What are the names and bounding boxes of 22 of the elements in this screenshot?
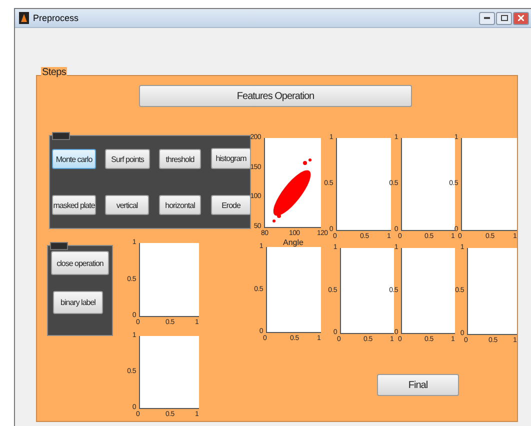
panel-title: Steps	[41, 67, 68, 78]
axis-label: Angle	[283, 238, 304, 247]
minimize-icon	[484, 17, 490, 19]
operation-button[interactable]: histogram	[211, 148, 251, 169]
operation-button[interactable]: Erode	[211, 195, 251, 215]
maximize-icon	[500, 15, 508, 21]
operation-button[interactable]: threshold	[159, 149, 201, 169]
operation-button[interactable]: binary label	[53, 291, 103, 314]
close-button[interactable]	[513, 12, 529, 24]
operation-button[interactable]: Monte carlo	[52, 149, 96, 169]
operation-button[interactable]: close operation	[51, 251, 109, 275]
operation-button[interactable]: horizontal	[159, 195, 201, 215]
window-title: Preprocess	[33, 13, 79, 23]
close-icon	[518, 15, 524, 21]
final-button[interactable]: Final	[377, 374, 459, 396]
operation-button[interactable]: vertical	[105, 195, 149, 215]
maximize-button[interactable]	[496, 12, 512, 24]
minimize-button[interactable]	[479, 12, 495, 24]
operation-button[interactable]: Surf points	[105, 149, 150, 169]
features-operation-button[interactable]: Features Operation	[139, 85, 412, 107]
operation-button[interactable]: masked plate	[52, 195, 96, 215]
app-icon	[19, 12, 29, 24]
